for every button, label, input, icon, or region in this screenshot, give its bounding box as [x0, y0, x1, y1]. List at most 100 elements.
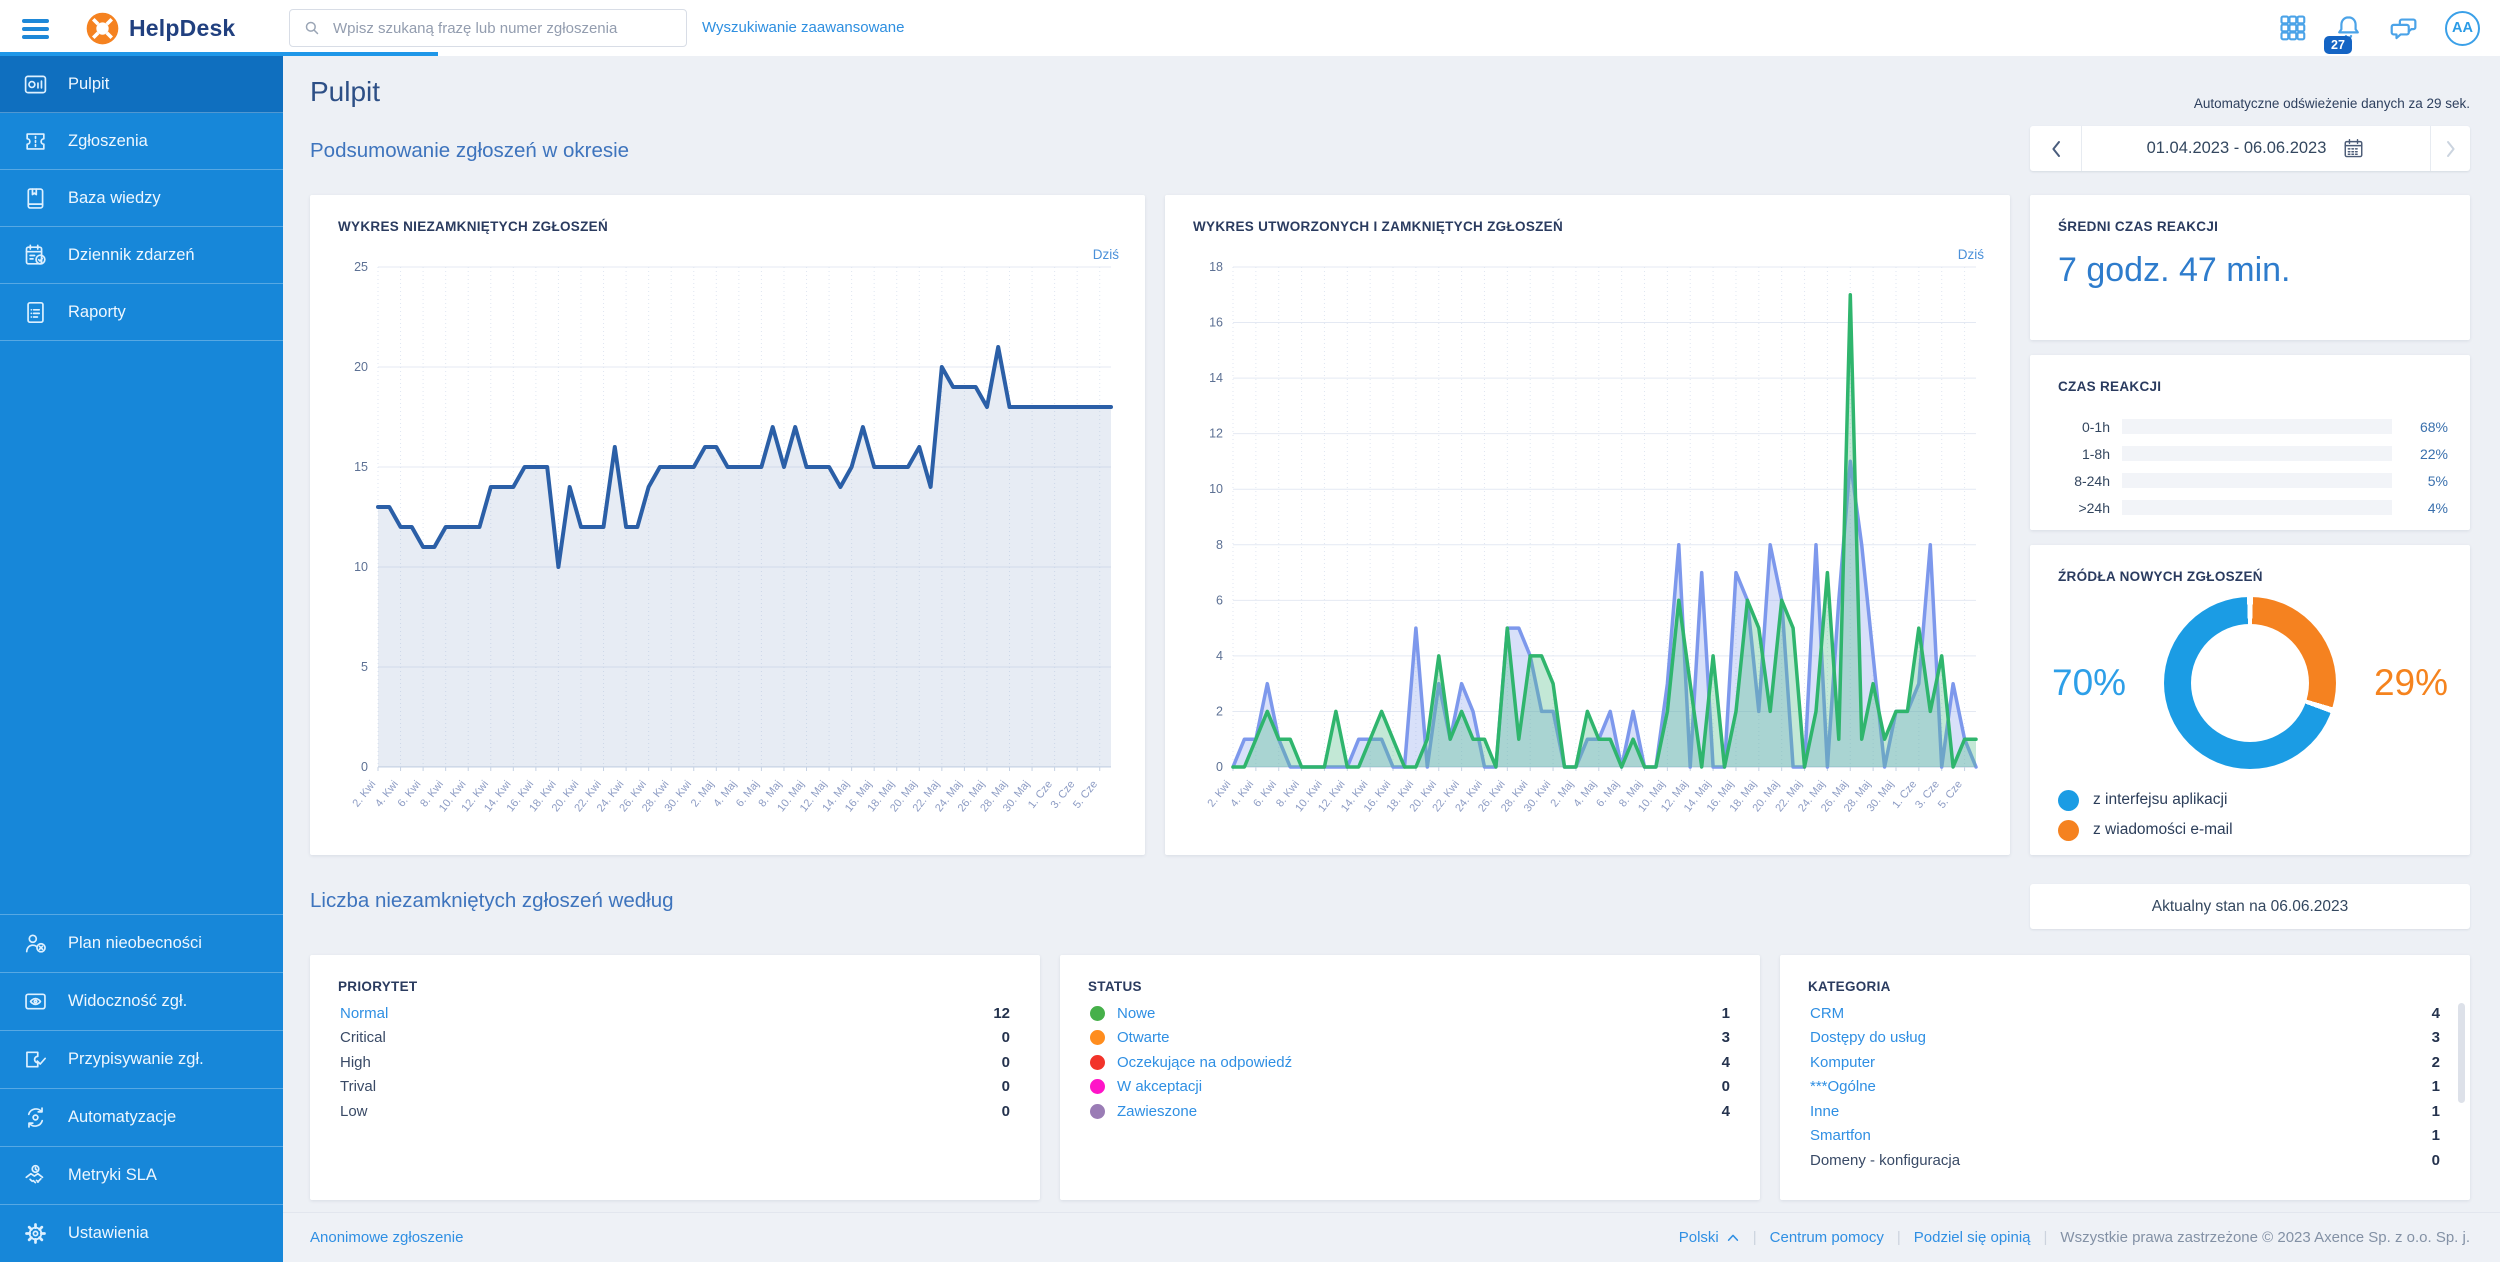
sidebar-item-plan-nieobecności[interactable]: Plan nieobecności — [0, 914, 283, 972]
sidebar-item-raporty[interactable]: Raporty — [0, 284, 283, 341]
list-item-value: 4 — [1722, 1054, 1730, 1071]
list-item-value: 1 — [1722, 1005, 1730, 1022]
apps-grid-button[interactable] — [2278, 13, 2308, 43]
search-input[interactable] — [331, 19, 674, 38]
panel-title: ŹRÓDŁA NOWYCH ZGŁOSZEŃ — [2058, 569, 2263, 584]
list-item-label[interactable]: Smartfon — [1810, 1127, 1871, 1144]
sidebar-item-widoczność-zgł[interactable]: Widoczność zgł. — [0, 972, 283, 1030]
card-title: PRIORYTET — [338, 979, 417, 994]
bar-track — [2122, 473, 2392, 488]
svg-text:15: 15 — [354, 460, 368, 474]
bar-track — [2122, 419, 2392, 434]
menu-icon[interactable] — [22, 15, 49, 43]
event-log-icon — [22, 242, 49, 269]
svg-text:5. Cze: 5. Cze — [1936, 778, 1965, 810]
sidebar-item-pulpit[interactable]: Pulpit — [0, 56, 283, 113]
bar-label: 8-24h — [2058, 473, 2110, 489]
open-tickets-chart-card: WYKRES NIEZAMKNIĘTYCH ZGŁOSZEŃ Dziś 0510… — [310, 195, 1145, 855]
list-item-label[interactable]: Nowe — [1117, 1005, 1155, 1022]
list-item-label[interactable]: Inne — [1810, 1103, 1839, 1120]
list-item: W akceptacji 0 — [1090, 1075, 1730, 1100]
sidebar-admin-group: Plan nieobecności Widoczność zgł. Przypi… — [0, 914, 283, 1262]
chevron-left-icon — [2049, 139, 2063, 159]
priority-list: Normal 12 Critical 0 High 0 Trival 0 Low… — [340, 1001, 1010, 1124]
list-item-value: 0 — [1722, 1078, 1730, 1095]
bar-track — [2122, 500, 2392, 515]
svg-text:4. Maj: 4. Maj — [711, 778, 739, 809]
card-title: KATEGORIA — [1808, 979, 1891, 994]
helpdesk-logo-icon — [86, 12, 119, 45]
sidebar-item-zgłoszenia[interactable]: Zgłoszenia — [0, 113, 283, 170]
list-item-label[interactable]: CRM — [1810, 1005, 1844, 1022]
sidebar-item-przypisywanie-zgł[interactable]: Przypisywanie zgł. — [0, 1030, 283, 1088]
category-card: KATEGORIA CRM 4 Dostępy do usług 3 Kompu… — [1780, 955, 2470, 1200]
category-scrollbar[interactable] — [2458, 1003, 2465, 1103]
svg-text:14: 14 — [1209, 371, 1223, 385]
sla-icon — [22, 1162, 49, 1189]
summary-section-title: Podsumowanie zgłoszeń w okresie — [310, 139, 629, 163]
user-avatar-button[interactable]: AA — [2445, 11, 2480, 46]
dashboard-icon — [22, 71, 49, 98]
notifications-button[interactable]: 27 — [2333, 13, 2364, 44]
feedback-link[interactable]: Podziel się opinią — [1914, 1229, 2031, 1246]
list-item-value: 0 — [1002, 1054, 1010, 1071]
sources-donut-row: 70% 29% — [2052, 597, 2448, 769]
brand[interactable]: HelpDesk — [86, 0, 235, 56]
list-item: Dostępy do usług 3 — [1810, 1026, 2440, 1051]
help-center-link[interactable]: Centrum pomocy — [1770, 1229, 1884, 1246]
status-dot — [1090, 1104, 1105, 1119]
bar-label: 1-8h — [2058, 446, 2110, 462]
chat-icon — [2389, 13, 2420, 44]
list-item-value: 3 — [2432, 1029, 2440, 1046]
legend-item: z interfejsu aplikacji — [2058, 785, 2233, 815]
svg-text:18: 18 — [1209, 260, 1223, 274]
sidebar-item-ustawienia[interactable]: Ustawienia — [0, 1204, 283, 1262]
list-item-label[interactable]: ***Ogólne — [1810, 1078, 1876, 1095]
sidebar-item-dziennik-zdarzeń[interactable]: Dziennik zdarzeń — [0, 227, 283, 284]
svg-text:4. Maj: 4. Maj — [1571, 778, 1599, 809]
legend-label: z wiadomości e-mail — [2093, 821, 2233, 839]
status-list: Nowe 1 Otwarte 3 Oczekujące na odpowiedź… — [1090, 1001, 1730, 1124]
status-dot — [1090, 1030, 1105, 1045]
list-item-label[interactable]: Zawieszone — [1117, 1103, 1197, 1120]
advanced-search-link[interactable]: Wyszukiwanie zaawansowane — [702, 19, 904, 36]
list-item-label: Low — [340, 1103, 368, 1120]
svg-text:10: 10 — [1209, 482, 1223, 496]
svg-text:0: 0 — [361, 760, 368, 774]
date-range-button[interactable]: 01.04.2023 - 06.06.2023 — [2082, 126, 2430, 171]
anonymous-ticket-link[interactable]: Anonimowe zgłoszenie — [310, 1229, 463, 1246]
list-item-value: 4 — [1722, 1103, 1730, 1120]
sidebar-item-metryki-sla[interactable]: Metryki SLA — [0, 1146, 283, 1204]
list-item-label[interactable]: Dostępy do usług — [1810, 1029, 1926, 1046]
sidebar-item-baza-wiedzy[interactable]: Baza wiedzy — [0, 170, 283, 227]
list-item-label[interactable]: Otwarte — [1117, 1029, 1170, 1046]
calendar-icon — [2342, 137, 2365, 160]
list-item: ***Ogólne 1 — [1810, 1075, 2440, 1100]
absence-icon — [22, 930, 49, 957]
list-item: Nowe 1 — [1090, 1001, 1730, 1026]
list-item-label[interactable]: W akceptacji — [1117, 1078, 1202, 1095]
language-selector[interactable]: Polski — [1679, 1229, 1740, 1246]
list-item: Inne 1 — [1810, 1099, 2440, 1124]
date-range-picker: 01.04.2023 - 06.06.2023 — [2030, 126, 2470, 171]
list-item-label[interactable]: Normal — [340, 1005, 388, 1022]
sidebar-main-group: Pulpit Zgłoszenia Baza wiedzy Dziennik z… — [0, 56, 283, 341]
reaction-bar-row: 1-8h 22% — [2058, 440, 2448, 467]
list-item-label: Trival — [340, 1078, 376, 1095]
search-box — [289, 9, 687, 47]
date-next-button[interactable] — [2430, 126, 2470, 171]
svg-text:2. Maj: 2. Maj — [1548, 778, 1576, 809]
list-item-label[interactable]: Komputer — [1810, 1054, 1875, 1071]
topbar-actions: 27 AA — [2278, 0, 2480, 56]
chat-button[interactable] — [2389, 13, 2420, 44]
list-item-label[interactable]: Oczekujące na odpowiedź — [1117, 1054, 1292, 1071]
bar-label: 0-1h — [2058, 419, 2110, 435]
panel-title: CZAS REAKCJI — [2058, 379, 2161, 394]
status-card: STATUS Nowe 1 Otwarte 3 Oczekujące na od… — [1060, 955, 1760, 1200]
chevron-up-icon — [1726, 1232, 1740, 1243]
list-item-value: 1 — [2432, 1078, 2440, 1095]
svg-text:5: 5 — [361, 660, 368, 674]
page-title: Pulpit — [310, 76, 380, 108]
date-prev-button[interactable] — [2030, 126, 2082, 171]
sidebar-item-automatyzacje[interactable]: Automatyzacje — [0, 1088, 283, 1146]
